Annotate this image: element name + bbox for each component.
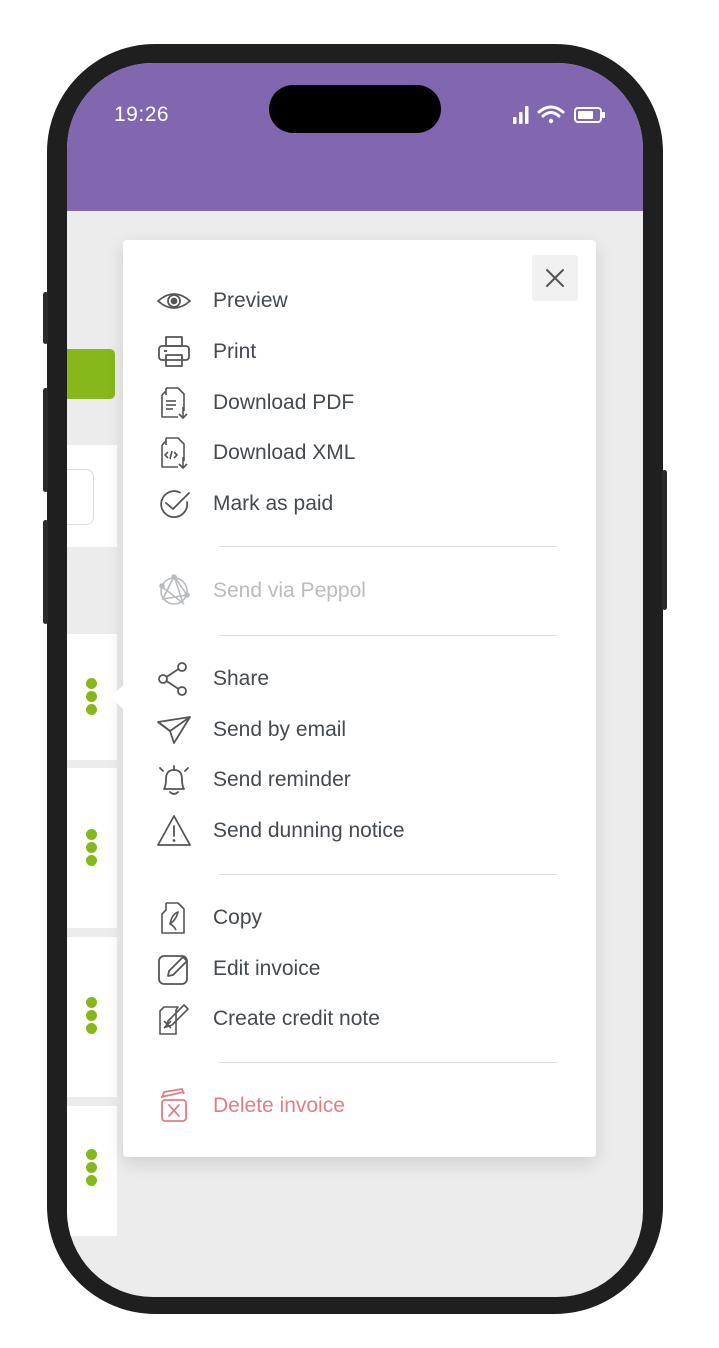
share-icon (158, 662, 187, 696)
menu-divider (219, 546, 557, 547)
menu-item-label: Mark as paid (213, 492, 334, 515)
menu-item-label: Send via Peppol (213, 579, 366, 602)
menu-item-label: Send reminder (213, 768, 351, 791)
menu-item-send-reminder[interactable]: Send reminder (156, 761, 351, 799)
menu-item-download-xml[interactable]: Download XML (156, 434, 355, 472)
status-icons (513, 105, 605, 124)
menu-item-edit-invoice[interactable]: Edit invoice (156, 950, 320, 988)
bell-icon (159, 765, 189, 795)
download-xml-icon (161, 437, 188, 469)
menu-item-copy[interactable]: Copy (156, 899, 262, 937)
copy-document-icon (161, 902, 185, 934)
status-time: 19:26 (114, 103, 170, 126)
row-menu-icon[interactable] (86, 1149, 97, 1188)
status-bar: 19:26 (67, 63, 643, 211)
close-icon (546, 269, 564, 287)
menu-item-label: Download PDF (213, 391, 355, 414)
menu-item-label: Print (213, 340, 257, 363)
menu-item-preview[interactable]: Preview (156, 282, 288, 320)
menu-item-label: Delete invoice (213, 1094, 345, 1117)
menu-divider (219, 635, 557, 636)
eye-icon (156, 293, 192, 309)
action-button (43, 292, 48, 344)
menu-item-label: Copy (213, 906, 263, 929)
delete-trash-icon (160, 1088, 187, 1122)
check-circle-icon (160, 490, 190, 519)
menu-item-delete-invoice[interactable]: Delete invoice (156, 1087, 345, 1125)
menu-item-print[interactable]: Print (156, 333, 256, 371)
menu-divider (219, 1062, 557, 1063)
menu-item-send-dunning-notice[interactable]: Send dunning notice (156, 812, 405, 850)
edit-pencil-icon (158, 955, 188, 985)
peppol-network-icon (159, 574, 190, 606)
menu-item-send-via-peppol: Send via Peppol (156, 572, 366, 610)
menu-item-label: Download XML (213, 441, 356, 464)
printer-icon (158, 336, 190, 367)
power-button (662, 470, 667, 610)
menu-divider (219, 874, 557, 875)
menu-pointer (111, 684, 124, 710)
menu-item-label: Send by email (213, 718, 347, 741)
menu-item-label: Preview (213, 289, 288, 312)
menu-item-label: Share (213, 667, 270, 690)
menu-item-send-by-email[interactable]: Send by email (156, 711, 346, 749)
menu-item-label: Edit invoice (213, 957, 321, 980)
menu-item-create-credit-note[interactable]: Create credit note (156, 1000, 380, 1038)
credit-note-icon (159, 1004, 189, 1035)
search-input[interactable] (67, 469, 94, 525)
dynamic-island (269, 85, 441, 133)
close-button[interactable] (532, 255, 578, 301)
phone-screen: 19:26 Preview Print Download PDF Downloa… (67, 63, 643, 1297)
menu-item-share[interactable]: Share (156, 660, 269, 698)
menu-item-mark-as-paid[interactable]: Mark as paid (156, 485, 333, 523)
wifi-icon (537, 105, 565, 124)
menu-item-download-pdf[interactable]: Download PDF (156, 384, 354, 422)
row-menu-icon[interactable] (86, 997, 97, 1036)
warning-triangle-icon (157, 815, 191, 846)
menu-item-label: Send dunning notice (213, 819, 405, 842)
invoice-actions-menu: Preview Print Download PDF Download XML … (111, 240, 596, 1157)
row-menu-icon[interactable] (86, 829, 97, 868)
volume-down-button (43, 520, 48, 624)
volume-up-button (43, 388, 48, 492)
signal-icon (513, 106, 529, 124)
download-pdf-icon (161, 387, 188, 419)
menu-item-label: Create credit note (213, 1007, 380, 1030)
paper-plane-icon (157, 716, 191, 744)
row-menu-icon[interactable] (86, 678, 97, 717)
new-invoice-button[interactable] (67, 349, 115, 399)
battery-icon (574, 107, 605, 123)
